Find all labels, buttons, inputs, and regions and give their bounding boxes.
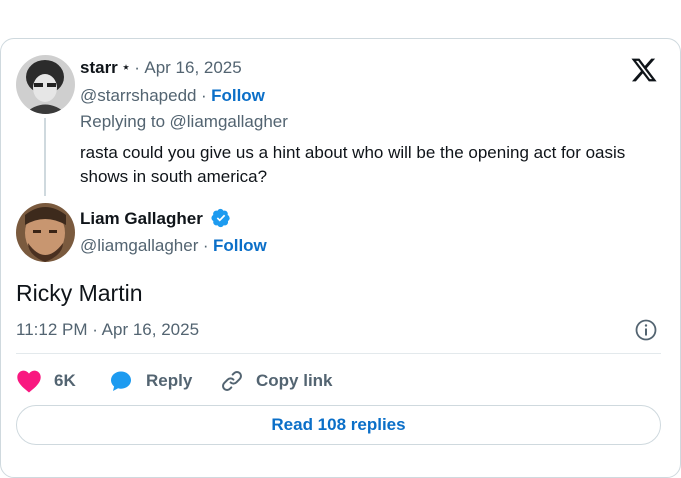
x-logo-icon[interactable] bbox=[630, 56, 658, 84]
tweet-date[interactable]: Apr 16, 2025 bbox=[144, 58, 241, 77]
like-button[interactable]: 6K bbox=[16, 368, 76, 394]
replying-to-handle[interactable]: @liamgallagher bbox=[170, 112, 288, 131]
reply-bubble-icon bbox=[111, 371, 131, 391]
replying-to-prefix: Replying to bbox=[80, 112, 166, 131]
reply-label: Reply bbox=[146, 371, 193, 390]
main-tweet-text: Ricky Martin bbox=[16, 280, 143, 306]
name-suffix: ⋆ bbox=[122, 60, 130, 74]
like-count: 6K bbox=[54, 371, 76, 390]
divider bbox=[16, 353, 661, 354]
tweet-timestamp[interactable]: 11:12 PM · Apr 16, 2025 bbox=[16, 320, 199, 340]
read-replies-label: Read 108 replies bbox=[271, 415, 406, 434]
display-name[interactable]: starr bbox=[80, 58, 118, 77]
reply-tweet-handle-row: @starrshapedd · Follow bbox=[80, 86, 265, 105]
heart-icon bbox=[17, 370, 41, 393]
display-name[interactable]: Liam Gallagher bbox=[80, 209, 203, 228]
user-handle[interactable]: @starrshapedd bbox=[80, 86, 197, 105]
reply-button[interactable]: Reply bbox=[108, 368, 192, 394]
user-handle[interactable]: @liamgallagher bbox=[80, 236, 198, 255]
separator-dot: · bbox=[134, 58, 140, 77]
avatar[interactable] bbox=[16, 55, 75, 114]
verified-badge-icon bbox=[211, 208, 231, 228]
read-replies-button[interactable]: Read 108 replies bbox=[16, 405, 661, 445]
main-tweet-header: Liam Gallagher bbox=[80, 208, 231, 229]
reply-tweet-header: starr ⋆ · Apr 16, 2025 bbox=[80, 58, 242, 78]
link-icon bbox=[222, 371, 242, 391]
main-tweet-handle-row: @liamgallagher · Follow bbox=[80, 236, 267, 255]
reply-tweet-text: rasta could you give us a hint about who… bbox=[80, 143, 626, 186]
avatar[interactable] bbox=[16, 203, 75, 262]
copy-link-button[interactable]: Copy link bbox=[220, 368, 333, 394]
copy-link-label: Copy link bbox=[256, 371, 333, 390]
info-icon[interactable] bbox=[634, 318, 658, 342]
thread-connector-line bbox=[44, 118, 46, 196]
follow-button[interactable]: Follow bbox=[213, 236, 267, 255]
replying-to: Replying to @liamgallagher bbox=[80, 112, 288, 132]
follow-button[interactable]: Follow bbox=[211, 86, 265, 105]
